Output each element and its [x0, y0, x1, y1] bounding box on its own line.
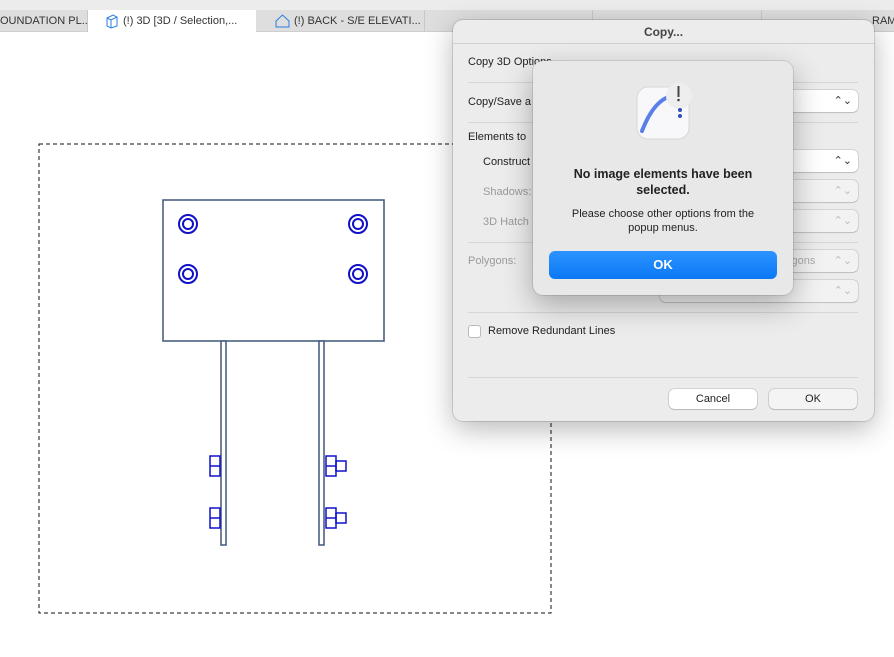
- chevron-updown-icon: ⌃⌄: [833, 185, 852, 197]
- dialog-title: Copy...: [453, 20, 874, 44]
- tab-foundation-plan[interactable]: OUNDATION PL...: [0, 10, 91, 32]
- 3d-hatch-label: 3D Hatch: [483, 216, 529, 228]
- base-plate: [162, 199, 385, 546]
- copy-save-label: Copy/Save a: [468, 96, 531, 108]
- alert-ok-button[interactable]: OK: [549, 251, 777, 279]
- side-bolts: [209, 455, 347, 529]
- tab-back-elevation[interactable]: (!) BACK - S/E ELEVATI...: [256, 10, 425, 32]
- shadows-label: Shadows:: [483, 186, 532, 198]
- alert-title: No image elements have been selected.: [573, 167, 753, 197]
- app-warning-icon: [636, 83, 692, 140]
- remove-redundant-lines-checkbox[interactable]: [468, 325, 481, 338]
- cancel-button[interactable]: Cancel: [669, 389, 757, 409]
- 3d-box-icon: [106, 13, 118, 29]
- polygons-label: Polygons:: [468, 255, 517, 267]
- alert-dialog: No image elements have been selected. Pl…: [533, 61, 793, 295]
- nut-icon: [209, 455, 221, 477]
- ok-button[interactable]: OK: [769, 389, 857, 409]
- divider: [468, 377, 858, 378]
- tab-label: OUNDATION PL...: [0, 15, 91, 27]
- nut-icon: [325, 455, 347, 477]
- chevron-updown-icon: ⌃⌄: [833, 155, 852, 167]
- tab-label: RAM: [872, 15, 894, 27]
- construct-label: Construct: [483, 156, 531, 168]
- tab-3d-selection[interactable]: (!) 3D [3D / Selection,...: [88, 10, 256, 32]
- alert-message: Please choose other options from the pop…: [571, 208, 755, 234]
- chevron-updown-icon: ⌃⌄: [833, 95, 852, 107]
- elevation-house-icon: [275, 14, 290, 28]
- chevron-updown-icon: ⌃⌄: [833, 255, 852, 267]
- nut-icon: [325, 507, 347, 529]
- divider: [468, 312, 858, 313]
- chevron-updown-icon: ⌃⌄: [833, 215, 852, 227]
- window-top-strip: [0, 0, 894, 10]
- tab-label: (!) BACK - S/E ELEVATI...: [294, 15, 421, 27]
- tab-label: (!) 3D [3D / Selection,...: [123, 15, 238, 27]
- elements-to-label: Elements to: [468, 131, 527, 143]
- chevron-updown-icon: ⌃⌄: [833, 285, 852, 297]
- nut-icon: [209, 507, 221, 529]
- remove-redundant-lines-label: Remove Redundant Lines: [488, 325, 616, 337]
